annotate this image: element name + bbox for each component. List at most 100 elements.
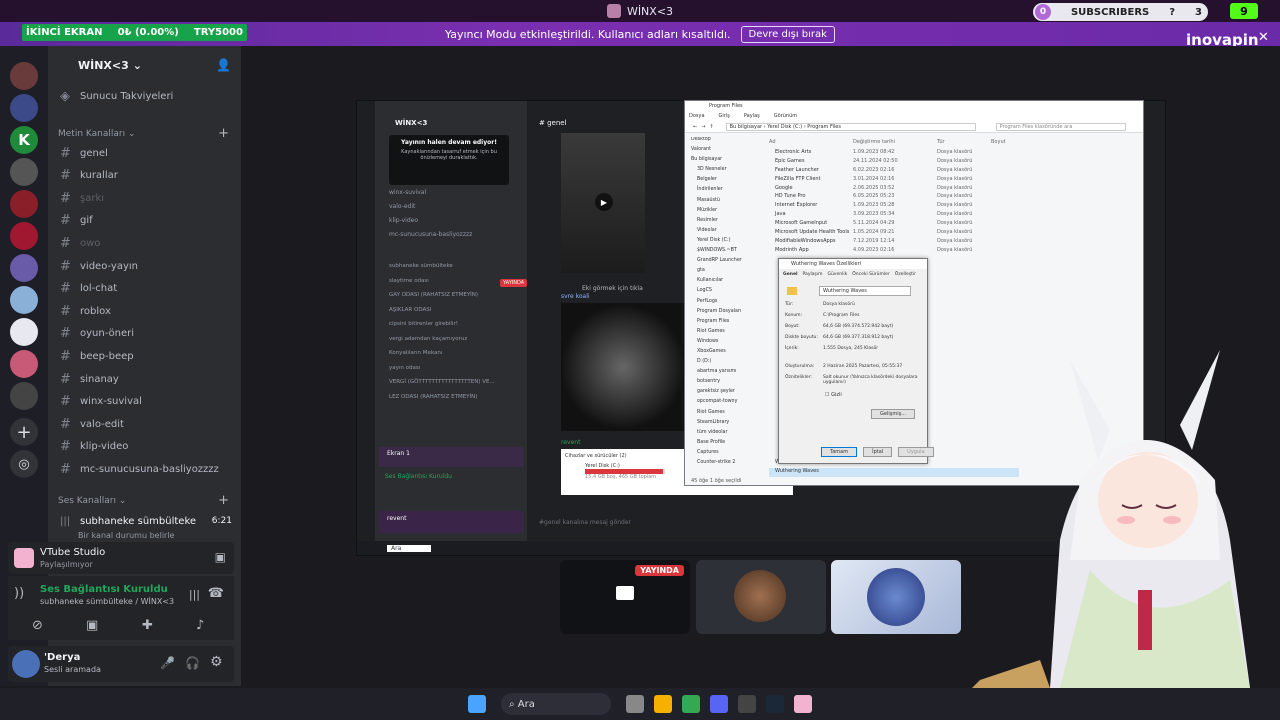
- channel-item[interactable]: # owo: [60, 234, 100, 252]
- channel-item[interactable]: # genel: [60, 144, 108, 162]
- steam-icon[interactable]: [766, 695, 784, 713]
- server-icon[interactable]: [10, 62, 38, 90]
- mini-voice-item[interactable]: slaytime odası: [389, 278, 495, 293]
- headphones-icon[interactable]: 🎧: [185, 656, 200, 670]
- channel-item[interactable]: # lol-chat: [60, 280, 117, 298]
- explorer-nav-item[interactable]: garektsiz şeyler: [689, 389, 755, 399]
- explorer-row[interactable]: Internet Explorer 1.09.2023 05:28 Dosya kl…: [769, 202, 1129, 211]
- explore-icon[interactable]: ◎: [10, 450, 38, 478]
- explorer-nav-item[interactable]: SteamLibrary: [689, 420, 755, 430]
- explorer-nav-item[interactable]: İndirilenler: [689, 187, 755, 197]
- participant-tile-screen[interactable]: YAYINDA: [560, 560, 690, 634]
- mini-voice-item[interactable]: vergi adamdan kaçamıyoruz: [389, 336, 495, 351]
- explorer-column-header[interactable]: Boyut: [991, 139, 1031, 147]
- mini-voice-item[interactable]: yayın odası: [389, 365, 495, 380]
- mini-voice-item[interactable]: subhaneke sümbülteke: [389, 263, 495, 278]
- explorer-tab[interactable]: Paylaş: [744, 111, 760, 121]
- explorer-row[interactable]: Modrinth App 4.09.2023 02:16 Dosya klasörü: [769, 247, 1129, 256]
- explorer-nav-item[interactable]: Program Files: [689, 319, 755, 329]
- explorer-tab[interactable]: Giriş: [719, 111, 730, 121]
- server-icon[interactable]: [10, 382, 38, 410]
- participant-tile-user[interactable]: [696, 560, 826, 634]
- mini-channel-item[interactable]: klip-video: [389, 217, 472, 231]
- explorer-column-header[interactable]: Tür: [937, 139, 991, 147]
- text-category[interactable]: Metin Kanalları ⌄: [58, 129, 136, 139]
- explorer-nav-item[interactable]: botsentry: [689, 379, 755, 389]
- explorer-nav-item[interactable]: LogCS: [689, 288, 755, 298]
- explorer-nav-item[interactable]: Riot Games: [689, 329, 755, 339]
- channel-item[interactable]: # oyun-öneri: [60, 325, 134, 343]
- discord-icon[interactable]: [710, 695, 728, 713]
- properties-tab[interactable]: Önceki Sürümler: [852, 272, 890, 277]
- explorer-tab[interactable]: Görünüm: [774, 111, 797, 121]
- kick-server-icon[interactable]: K: [10, 126, 38, 154]
- vtube-studio-taskbar-icon[interactable]: [794, 695, 812, 713]
- properties-tab[interactable]: Özelleştir: [895, 272, 916, 277]
- voice-category[interactable]: Ses Kanalları ⌄: [58, 496, 126, 506]
- explorer-row[interactable]: Feather Launcher 6.02.2023 02:16 Dosya kla…: [769, 167, 1129, 176]
- explorer-nav-item[interactable]: Kullanıcılar: [689, 278, 755, 288]
- properties-name-field[interactable]: Wuthering Waves: [819, 286, 911, 296]
- mini-channel-item[interactable]: mc-sunucusuna-basliyozzzz: [389, 231, 472, 245]
- explorer-nav-item[interactable]: abartma yarısmı: [689, 369, 755, 379]
- explorer-row[interactable]: ModifiableWindowsApps 7.12.2019 12:14 Dosy…: [769, 238, 1129, 247]
- explorer-row[interactable]: Electronic Arts 1.09.2023 08:42 Dosya klas…: [769, 149, 1129, 158]
- file-explorer-icon[interactable]: [654, 695, 672, 713]
- explorer-row[interactable]: Microsoft Update Health Tools 1.05.2024 0…: [769, 229, 1129, 238]
- properties-tab[interactable]: Genel: [783, 272, 798, 277]
- explorer-nav-item[interactable]: 3D Nesneler: [689, 167, 755, 177]
- properties-tab[interactable]: Paylaşım: [803, 272, 823, 277]
- mini-voice-item[interactable]: GAY ODASI (RAHATSIZ ETMEYİN): [389, 292, 495, 307]
- server-icon[interactable]: [10, 350, 38, 378]
- explorer-column-header[interactable]: Ad: [769, 139, 853, 147]
- server-icon[interactable]: [10, 94, 38, 122]
- channel-item[interactable]: # gif: [60, 212, 93, 230]
- mini-voice-item[interactable]: AŞIKLAR ODASI: [389, 307, 495, 322]
- explorer-nav-item[interactable]: $WINDOWS.~BT: [689, 248, 755, 258]
- mini-voice-item[interactable]: LEZ ODASI (RAHATSIZ ETMEYİN): [389, 394, 495, 409]
- channel-item[interactable]: # valo-edit: [60, 415, 124, 433]
- server-header[interactable]: WİNX<3 ⌄ 👤: [48, 54, 241, 76]
- explorer-row[interactable]: FileZilla FTP Client 3.01.2024 02:16 Dosya…: [769, 176, 1129, 185]
- explorer-row[interactable]: Google 2.06.2025 03:52 Dosya klasörü: [769, 185, 1129, 194]
- channel-item[interactable]: # mc-sunucusuna-basliyozzzz: [60, 460, 219, 478]
- explorer-column-header[interactable]: Değiştirme tarihi: [853, 139, 937, 147]
- play-icon[interactable]: ▶: [595, 193, 613, 211]
- gif-embed[interactable]: [561, 303, 685, 431]
- server-icon[interactable]: [10, 190, 38, 218]
- add-voice-channel-icon[interactable]: +: [218, 493, 229, 508]
- screen-share-icon[interactable]: ▣: [215, 550, 226, 564]
- server-icon[interactable]: [10, 286, 38, 314]
- taskbar-search[interactable]: ⌕ Ara: [501, 693, 611, 715]
- mini-voice-item[interactable]: cipsini bitirenler girebilir!: [389, 321, 495, 336]
- channel-item[interactable]: # klip-video: [60, 438, 128, 456]
- explorer-nav-item[interactable]: Riot Games: [689, 410, 755, 420]
- explorer-nav-item[interactable]: GrandRP Launcher: [689, 258, 755, 268]
- disconnect-icon[interactable]: ☎: [208, 586, 224, 601]
- mini-taskbar-search[interactable]: Ara: [387, 544, 432, 552]
- mini-voice-item[interactable]: Konyalıların Mekanı: [389, 350, 495, 365]
- channel-item[interactable]: # kurallar: [60, 167, 118, 185]
- explorer-nav-item[interactable]: Windows: [689, 339, 755, 349]
- explorer-row[interactable]: Java 3.09.2023 05:34 Dosya klasörü: [769, 211, 1129, 220]
- mini-channel-item[interactable]: valo-edit: [389, 203, 472, 217]
- mini-voice-item[interactable]: VERGİ (GÖTTTTTTTTTTTTTTTTEN) VE...: [389, 379, 495, 394]
- explorer-nav-item[interactable]: Valorant: [689, 147, 755, 157]
- explorer-nav-item[interactable]: Bu bilgisayar: [689, 157, 755, 167]
- mini-channel-item[interactable]: winx-suvival: [389, 189, 472, 203]
- explorer-tab[interactable]: Dosya: [689, 111, 705, 121]
- disable-streamer-mode-button[interactable]: Devre dışı bırak: [740, 25, 835, 43]
- obs-icon[interactable]: [738, 695, 756, 713]
- explorer-nav-item[interactable]: Counter-strike 2: [689, 460, 755, 470]
- explorer-nav-item[interactable]: Base Profile: [689, 440, 755, 450]
- server-icon[interactable]: [10, 318, 38, 346]
- soundboard-icon[interactable]: ♪: [196, 618, 204, 633]
- up-arrow-icon[interactable]: ↑: [709, 124, 713, 130]
- forward-arrow-icon[interactable]: →: [701, 124, 705, 130]
- add-channel-icon[interactable]: +: [218, 126, 229, 141]
- noise-suppression-icon[interactable]: |||: [189, 588, 200, 601]
- explorer-nav-item[interactable]: Yerel Disk (C:): [689, 238, 755, 248]
- explorer-nav-item[interactable]: D (D:): [689, 359, 755, 369]
- share-screen-icon[interactable]: ▣: [86, 618, 98, 633]
- gif-caption[interactable]: Eki görmek için tıkla: [582, 285, 643, 292]
